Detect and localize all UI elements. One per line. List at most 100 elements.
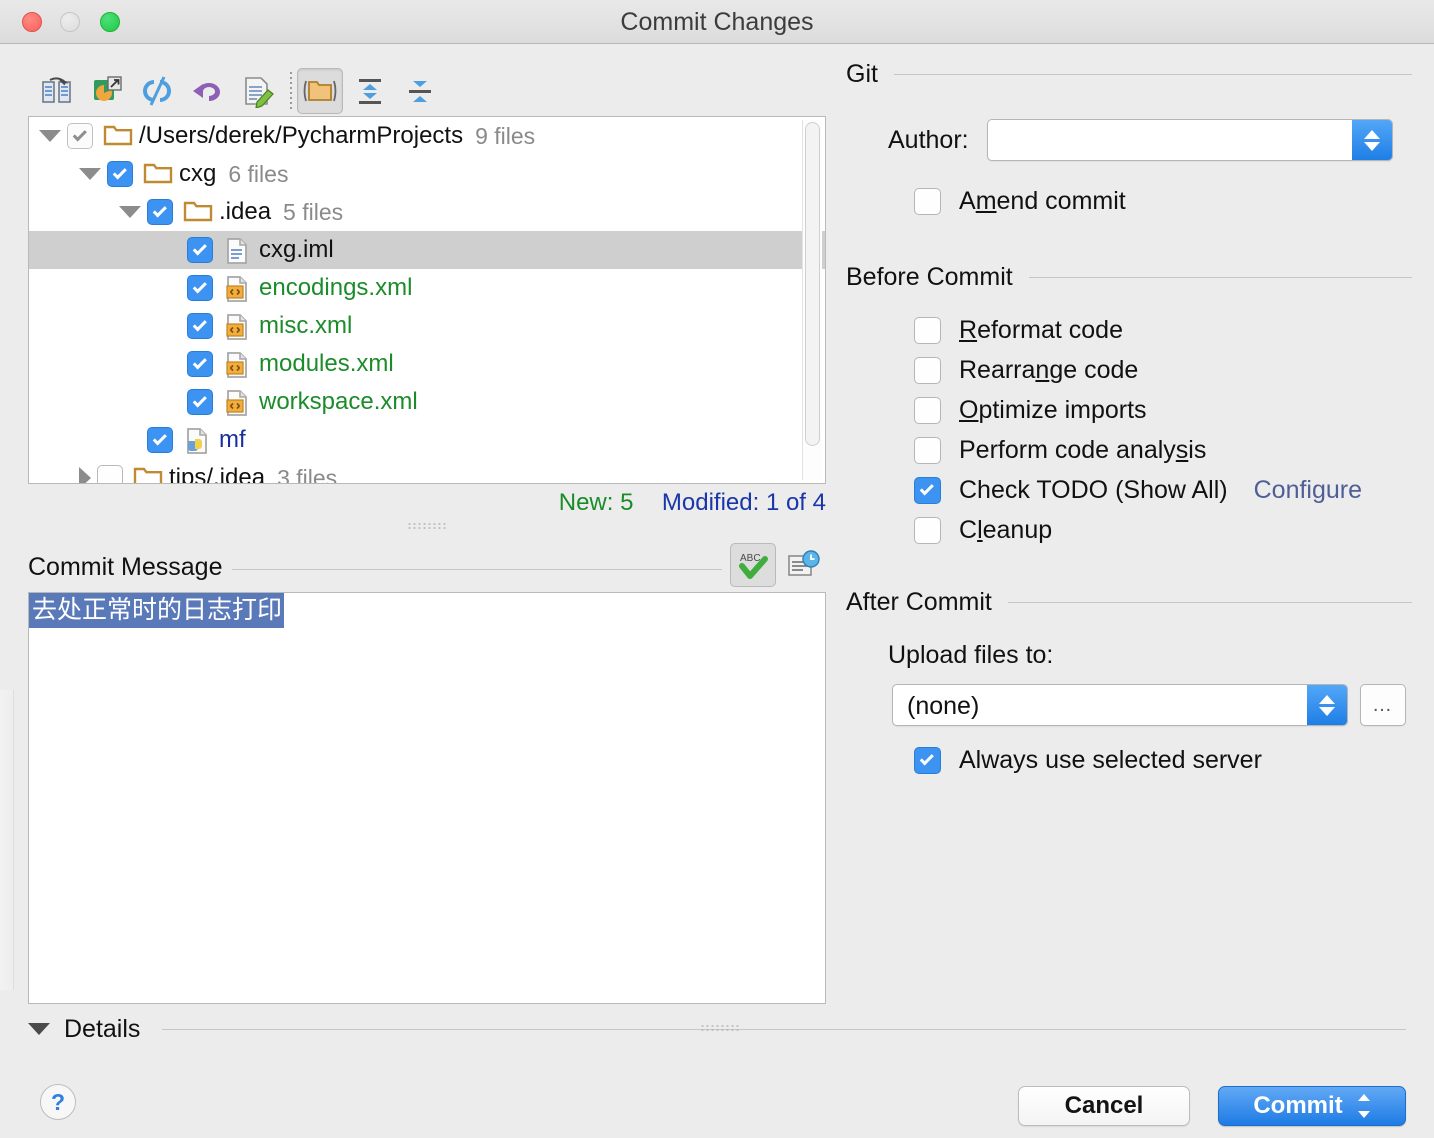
modified-count: Modified: 1 of 4: [661, 489, 826, 516]
changed-files-tree[interactable]: /Users/derek/PycharmProjects 9 files cxg 6 …: [28, 116, 826, 484]
before-commit-item[interactable]: Cleanup: [914, 510, 1412, 550]
commit-history-icon[interactable]: [782, 543, 824, 587]
before-commit-list: Reformat code Rearrange code Optimize impo…: [914, 310, 1412, 550]
tree-row[interactable]: cxg 6 files: [29, 155, 825, 193]
always-use-server-checkbox[interactable]: [914, 746, 941, 774]
help-button[interactable]: ?: [40, 1084, 76, 1120]
details-splitter-grip[interactable]: [700, 1024, 740, 1032]
tree-row-label: mf: [219, 426, 246, 453]
folder-icon: [143, 161, 173, 187]
commit-message-input[interactable]: 去处正常时的日志打印: [28, 592, 826, 1004]
always-use-server-row[interactable]: Always use selected server: [914, 740, 1412, 780]
spellcheck-abc-icon[interactable]: ABC: [730, 543, 776, 587]
refresh-icon[interactable]: [134, 68, 180, 114]
author-row: Author:: [888, 119, 1412, 161]
tree-row[interactable]: misc.xml: [29, 307, 825, 345]
tree-row-count: 6 files: [228, 160, 289, 187]
before-commit-item[interactable]: Optimize imports: [914, 390, 1412, 430]
file-xml-icon: [223, 313, 253, 340]
tree-row-checkbox[interactable]: [147, 199, 173, 225]
tree-row[interactable]: tips/.idea 3 files: [29, 459, 825, 484]
before-commit-checkbox[interactable]: [914, 396, 941, 424]
file-python-icon: [183, 427, 213, 454]
chevron-down-icon[interactable]: [28, 1023, 50, 1035]
amend-commit-checkbox[interactable]: [914, 187, 941, 215]
before-commit-checkbox[interactable]: [914, 516, 941, 544]
file-xml-icon: [223, 351, 253, 378]
before-commit-checkbox[interactable]: [914, 356, 941, 384]
group-by-directory-icon[interactable]: [297, 68, 343, 114]
commit-message-rule: [232, 569, 722, 570]
before-commit-item[interactable]: Rearrange code: [914, 350, 1412, 390]
chevron-down-icon[interactable]: [119, 206, 141, 218]
details-rule: [162, 1028, 1406, 1030]
before-commit-checkbox[interactable]: [914, 476, 941, 504]
commit-options-chevron-icon[interactable]: [1357, 1094, 1371, 1118]
tree-row-checkbox[interactable]: [147, 427, 173, 453]
tree-splitter-grip[interactable]: [407, 522, 447, 530]
before-commit-label: Rearrange code: [959, 355, 1139, 384]
before-commit-checkbox[interactable]: [914, 316, 941, 344]
tree-row[interactable]: mf: [29, 421, 825, 459]
before-commit-item[interactable]: Perform code analysis: [914, 430, 1412, 470]
amend-commit-row[interactable]: Amend commit: [914, 181, 1412, 221]
tree-row-count: 5 files: [283, 198, 344, 225]
upload-target-value: (none): [907, 692, 980, 720]
window-title: Commit Changes: [620, 8, 814, 36]
scrollbar-thumb[interactable]: [805, 122, 820, 446]
chevron-down-icon[interactable]: [79, 168, 101, 180]
before-commit-label: Reformat code: [959, 315, 1123, 344]
before-commit-label: Check TODO (Show All): [959, 475, 1228, 504]
rollback-icon[interactable]: [184, 68, 230, 114]
tree-row-checkbox[interactable]: [187, 275, 213, 301]
before-commit-label: Optimize imports: [959, 395, 1147, 424]
tree-row-checkbox[interactable]: [67, 123, 93, 149]
author-combo[interactable]: [986, 119, 1393, 161]
author-stepper-icon[interactable]: [1351, 120, 1392, 160]
new-count: New: 5: [558, 489, 634, 516]
tree-row[interactable]: workspace.xml: [29, 383, 825, 421]
tree-row[interactable]: encodings.xml: [29, 269, 825, 307]
upload-target-stepper-icon[interactable]: [1307, 685, 1347, 725]
before-commit-checkbox[interactable]: [914, 436, 941, 464]
revert-move-icon[interactable]: [84, 68, 130, 114]
browse-servers-button[interactable]: …: [1360, 684, 1406, 726]
tree-row-checkbox[interactable]: [187, 389, 213, 415]
tree-scrollbar[interactable]: [802, 120, 822, 480]
tree-row-checkbox[interactable]: [187, 237, 213, 263]
tree-row-checkbox[interactable]: [97, 465, 123, 483]
tree-row-label: workspace.xml: [259, 388, 418, 415]
edit-source-icon[interactable]: [234, 68, 280, 114]
tree-row-count: 3 files: [277, 464, 338, 484]
show-diff-icon[interactable]: [34, 68, 80, 114]
tree-row-checkbox[interactable]: [107, 161, 133, 187]
before-commit-item[interactable]: Reformat code: [914, 310, 1412, 350]
chevron-down-icon[interactable]: [39, 130, 61, 142]
file-xml-icon: [223, 275, 253, 302]
title-bar: Commit Changes: [0, 0, 1434, 44]
before-commit-item[interactable]: Check TODO (Show All) Configure: [914, 470, 1412, 510]
amend-commit-label: Amend commit: [959, 186, 1126, 215]
upload-target-combo[interactable]: (none): [892, 684, 1348, 726]
folder-icon: [103, 123, 133, 149]
commit-button[interactable]: Commit: [1218, 1086, 1406, 1126]
git-section-header: Git: [846, 60, 1412, 89]
tree-rows: /Users/derek/PycharmProjects 9 files cxg 6 …: [29, 117, 825, 484]
expand-all-icon[interactable]: [347, 68, 393, 114]
tree-row[interactable]: .idea 5 files: [29, 193, 825, 231]
chevron-right-icon[interactable]: [79, 467, 91, 483]
tree-row[interactable]: modules.xml: [29, 345, 825, 383]
commit-message-value[interactable]: 去处正常时的日志打印: [29, 593, 285, 628]
tree-row[interactable]: cxg.iml: [29, 231, 825, 269]
tree-row-checkbox[interactable]: [187, 313, 213, 339]
configure-todo-link[interactable]: Configure: [1254, 476, 1362, 505]
tree-row[interactable]: /Users/derek/PycharmProjects 9 files: [29, 117, 825, 155]
cancel-button[interactable]: Cancel: [1018, 1086, 1190, 1126]
always-use-server-label: Always use selected server: [959, 745, 1262, 774]
collapse-all-icon[interactable]: [397, 68, 443, 114]
tree-row-checkbox[interactable]: [187, 351, 213, 377]
git-section-rule: [893, 74, 1412, 75]
toolbar-separator: [290, 72, 292, 112]
